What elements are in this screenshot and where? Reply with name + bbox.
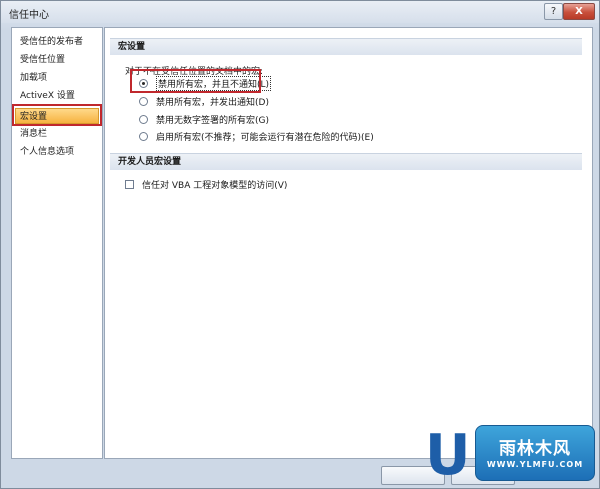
macro-settings-header: 宏设置 [110,38,582,55]
radio-label: 禁用所有宏，并且不通知(L) [156,75,272,91]
radio-button-selected[interactable] [139,78,148,88]
sidebar-item-trusted-publishers[interactable]: 受信任的发布者 [12,34,102,50]
help-button[interactable]: ? [544,3,563,20]
checkbox-trust-vba[interactable]: 信任对 VBA 工程对象模型的访问(V) [125,177,287,191]
sidebar: 受信任的发布者 受信任位置 加载项 ActiveX 设置 宏设置 消息栏 个人信… [11,27,103,459]
title-bar: 信任中心 ? X [1,1,599,23]
radio-label: 禁用所有宏，并发出通知(D) [156,97,269,108]
sidebar-item-trusted-locations[interactable]: 受信任位置 [12,52,102,68]
radio-enable-all[interactable]: 启用所有宏(不推荐；可能会运行有潜在危险的代码)(E) [139,129,374,143]
trust-center-dialog: 信任中心 ? X 受信任的发布者 受信任位置 加载项 ActiveX 设置 宏设… [0,0,600,489]
radio-button[interactable] [139,114,148,124]
sidebar-item-message-bar[interactable]: 消息栏 [12,126,102,142]
checkbox-label: 信任对 VBA 工程对象模型的访问(V) [142,180,288,191]
radio-disable-unsigned[interactable]: 禁用无数字签署的所有宏(G) [139,112,269,126]
radio-disable-no-notify[interactable]: 禁用所有宏，并且不通知(L) [139,75,272,91]
sidebar-item-macro-settings[interactable]: 宏设置 [15,108,99,124]
cancel-button[interactable] [451,466,515,485]
radio-button[interactable] [139,96,148,106]
ok-button[interactable] [381,466,445,485]
radio-button[interactable] [139,131,148,141]
sidebar-item-activex-settings[interactable]: ActiveX 设置 [12,88,102,104]
radio-disable-with-notify[interactable]: 禁用所有宏，并发出通知(D) [139,94,269,108]
main-panel: 宏设置 对于不在受信任位置的文档中的宏: 禁用所有宏，并且不通知(L) 禁用所有… [104,27,593,459]
radio-label: 启用所有宏(不推荐；可能会运行有潜在危险的代码)(E) [156,132,374,143]
close-button[interactable]: X [563,3,595,20]
sidebar-item-privacy-options[interactable]: 个人信息选项 [12,144,102,160]
developer-settings-header: 开发人员宏设置 [110,153,582,170]
window-title: 信任中心 [9,10,49,21]
sidebar-item-add-ins[interactable]: 加载项 [12,70,102,86]
radio-label: 禁用无数字签署的所有宏(G) [156,115,269,126]
checkbox[interactable] [125,179,134,189]
